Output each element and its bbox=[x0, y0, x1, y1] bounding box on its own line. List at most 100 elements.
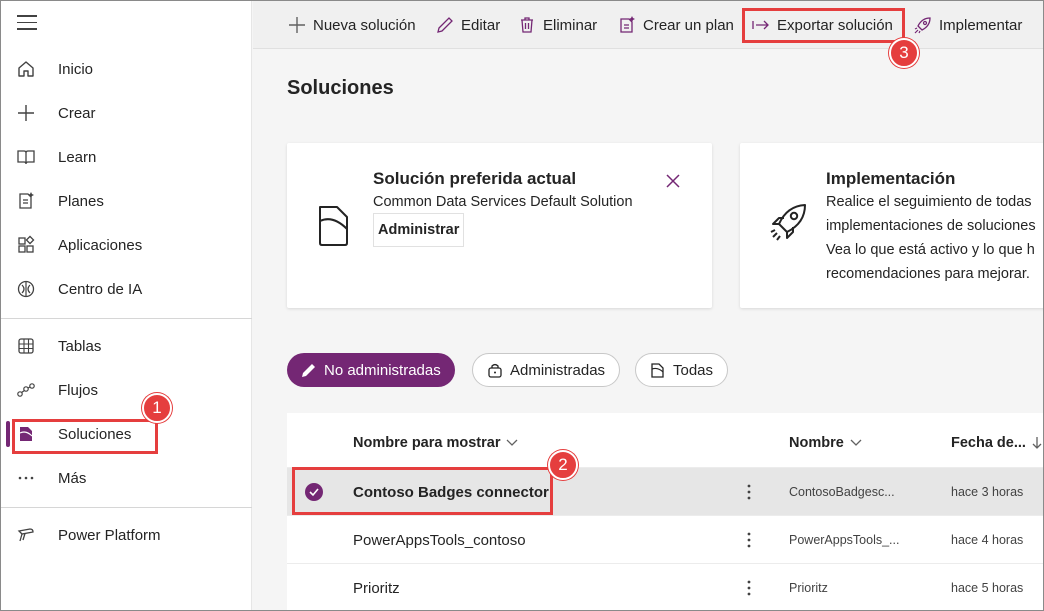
sidebar-item-planes[interactable]: Planes bbox=[1, 179, 252, 223]
create-plan-label: Crear un plan bbox=[643, 16, 734, 34]
sidebar-item-crear[interactable]: Crear bbox=[1, 91, 252, 135]
filter-all[interactable]: Todas bbox=[635, 353, 729, 387]
sidebar-item-label: Soluciones bbox=[58, 425, 132, 443]
column-name-label: Nombre bbox=[789, 435, 844, 451]
row-modified: hace 4 horas bbox=[951, 533, 1024, 547]
sidebar-item-mas[interactable]: Más bbox=[1, 456, 252, 500]
sidebar-divider bbox=[1, 318, 252, 319]
selected-check-icon[interactable] bbox=[305, 483, 323, 501]
row-more-options-icon[interactable] bbox=[741, 564, 757, 610]
sidebar-item-tablas[interactable]: Tablas bbox=[1, 324, 252, 368]
delete-button[interactable]: Eliminar bbox=[517, 1, 597, 49]
table-icon bbox=[18, 338, 34, 354]
solution-file-icon bbox=[651, 363, 664, 378]
sidebar-item-flujos[interactable]: Flujos bbox=[1, 368, 252, 412]
sidebar-item-inicio[interactable]: Inicio bbox=[1, 47, 252, 91]
column-date-label: Fecha de... bbox=[951, 435, 1026, 451]
table-row[interactable]: PowerAppsTools_contoso PowerAppsTools_..… bbox=[287, 515, 1043, 564]
lock-icon bbox=[488, 363, 502, 378]
left-navigation: Inicio Crear Learn Planes Aplicaciones C… bbox=[1, 1, 252, 610]
preferred-solution-title: Solución preferida actual bbox=[373, 169, 577, 188]
filter-managed[interactable]: Administradas bbox=[472, 353, 621, 387]
chevron-down-icon bbox=[507, 439, 518, 446]
row-modified: hace 3 horas bbox=[951, 485, 1024, 499]
plan-icon bbox=[620, 16, 635, 33]
delete-label: Eliminar bbox=[543, 16, 598, 34]
export-arrow-icon bbox=[752, 20, 769, 30]
deployment-line-2: implementaciones de soluciones bbox=[826, 218, 1036, 234]
filter-unmanaged[interactable]: No administradas bbox=[287, 353, 455, 387]
deploy-button[interactable]: Implementar bbox=[913, 1, 1022, 49]
preferred-solution-name: Common Data Services Default Solution bbox=[373, 194, 633, 210]
sidebar-item-soluciones[interactable]: Soluciones bbox=[1, 412, 252, 456]
close-icon[interactable] bbox=[665, 173, 681, 189]
row-display-name[interactable]: PowerAppsTools_contoso bbox=[353, 516, 526, 564]
callout-badge-2: 2 bbox=[548, 450, 578, 480]
sidebar-item-label: Más bbox=[58, 469, 87, 487]
deployment-line-4: recomendaciones para mejorar. bbox=[826, 266, 1030, 282]
command-bar: Nueva solución Editar Eliminar Crear un … bbox=[253, 1, 1043, 49]
row-modified: hace 5 horas bbox=[951, 581, 1024, 595]
solution-file-icon bbox=[319, 206, 348, 246]
sidebar-item-learn[interactable]: Learn bbox=[1, 135, 252, 179]
sidebar-item-label: Tablas bbox=[58, 337, 102, 355]
sidebar-item-label: Inicio bbox=[58, 60, 94, 78]
page-title: Soluciones bbox=[287, 77, 394, 99]
row-display-name[interactable]: Contoso Badges connector bbox=[353, 468, 549, 516]
column-name[interactable]: Nombre bbox=[789, 435, 862, 451]
edit-label: Editar bbox=[461, 16, 501, 34]
deployment-title: Implementación bbox=[826, 169, 956, 188]
filter-managed-label: Administradas bbox=[510, 361, 606, 379]
chevron-down-icon bbox=[850, 439, 862, 446]
edit-button[interactable]: Editar bbox=[435, 1, 500, 49]
apps-icon bbox=[18, 235, 35, 253]
rocket-icon bbox=[770, 204, 806, 241]
deployment-card: Implementación Realice el seguimiento de… bbox=[740, 143, 1043, 308]
column-display-name[interactable]: Nombre para mostrar bbox=[353, 435, 518, 451]
deployment-line-1: Realice el seguimiento de todas bbox=[826, 194, 1032, 210]
sidebar-item-label: Planes bbox=[58, 192, 104, 210]
main-content: Soluciones Solución preferida actual Com… bbox=[253, 49, 1043, 610]
table-row[interactable]: Prioritz Prioritz hace 5 horas bbox=[287, 563, 1043, 610]
plus-icon bbox=[18, 105, 34, 121]
sidebar-item-aplicaciones[interactable]: Aplicaciones bbox=[1, 223, 252, 267]
pencil-icon bbox=[437, 17, 453, 33]
row-more-options-icon[interactable] bbox=[741, 468, 757, 516]
sidebar-item-label: Power Platform bbox=[58, 526, 161, 544]
solutions-grid: Nombre para mostrar Nombre Fecha de... C… bbox=[287, 413, 1043, 610]
create-plan-button[interactable]: Crear un plan bbox=[617, 1, 734, 49]
manage-button[interactable]: Administrar bbox=[373, 213, 465, 247]
callout-badge-1: 1 bbox=[142, 393, 172, 423]
preferred-solution-card: Solución preferida actual Common Data Se… bbox=[287, 143, 712, 308]
export-solution-button[interactable]: Exportar solución bbox=[751, 1, 893, 49]
grid-header: Nombre para mostrar Nombre Fecha de... bbox=[287, 413, 1043, 467]
ai-hub-icon bbox=[17, 280, 35, 298]
row-display-name[interactable]: Prioritz bbox=[353, 564, 400, 610]
sidebar-item-centro-ia[interactable]: Centro de IA bbox=[1, 267, 252, 311]
sidebar-item-power-platform[interactable]: Power Platform bbox=[1, 513, 252, 557]
row-more-options-icon[interactable] bbox=[741, 516, 757, 564]
sort-down-arrow-icon bbox=[1032, 437, 1042, 449]
hamburger-menu-icon[interactable] bbox=[17, 15, 37, 33]
sidebar-divider bbox=[1, 507, 252, 508]
power-platform-icon bbox=[17, 528, 34, 542]
column-modified-date[interactable]: Fecha de... bbox=[951, 435, 1042, 451]
plus-icon bbox=[289, 17, 305, 33]
home-icon bbox=[18, 61, 34, 77]
sidebar-item-label: Crear bbox=[58, 104, 96, 122]
trash-icon bbox=[521, 17, 533, 33]
active-indicator bbox=[6, 421, 10, 447]
rocket-icon bbox=[914, 17, 931, 34]
row-name: Prioritz bbox=[789, 581, 828, 595]
table-row[interactable]: Contoso Badges connector ContosoBadgesc.… bbox=[287, 467, 1043, 516]
callout-badge-3: 3 bbox=[889, 38, 919, 68]
plan-icon bbox=[19, 192, 34, 209]
new-solution-label: Nueva solución bbox=[313, 16, 416, 34]
row-name: ContosoBadgesc... bbox=[789, 485, 895, 499]
row-name: PowerAppsTools_... bbox=[789, 533, 900, 547]
new-solution-button[interactable]: Nueva solución bbox=[287, 1, 416, 49]
app-window: Inicio Crear Learn Planes Aplicaciones C… bbox=[0, 0, 1044, 611]
filter-all-label: Todas bbox=[673, 361, 714, 379]
more-icon bbox=[18, 476, 34, 480]
export-solution-label: Exportar solución bbox=[777, 16, 893, 34]
